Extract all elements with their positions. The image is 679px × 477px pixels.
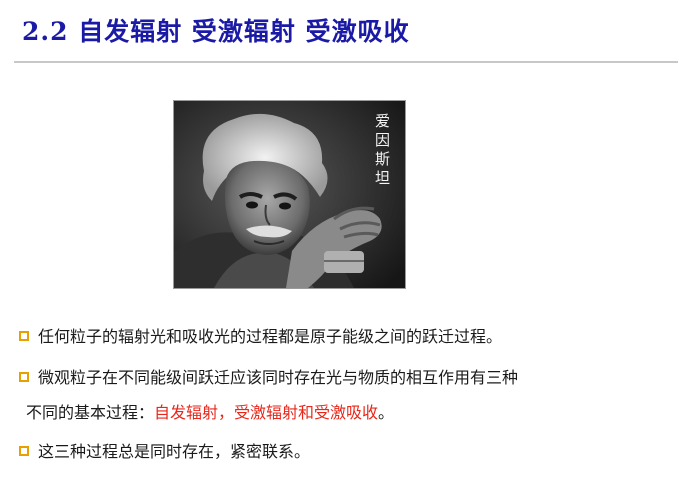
photo-caption: 爱因斯坦 (373, 113, 391, 189)
slide-title: 2.2 自发辐射 受激辐射 受激吸收 (22, 17, 410, 46)
bullet-text-line1: 微观粒子在不同能级间跃迁应该同时存在光与物质的相互作用有三种 (38, 368, 519, 387)
bullet-item: 任何粒子的辐射光和吸收光的过程都是原子能级之间的跃迁过程。 (18, 323, 673, 351)
bullet-text: 这三种过程总是同时存在，紧密联系。 (38, 442, 311, 461)
bullet-text-prefix: 不同的基本过程： (26, 403, 155, 422)
square-bullet-icon (19, 372, 29, 382)
square-bullet-icon (19, 446, 29, 456)
bullet-text: 任何粒子的辐射光和吸收光的过程都是原子能级之间的跃迁过程。 (38, 327, 503, 346)
bullet-item: 这三种过程总是同时存在，紧密联系。 (18, 438, 673, 466)
bullet-text-suffix: 。 (378, 403, 395, 422)
bullet-text-line2: 不同的基本过程：自发辐射，受激辐射和受激吸收。 (26, 395, 673, 430)
slide: 2.2 自发辐射 受激辐射 受激吸收 爱因斯坦 任何粒子的辐射光和吸收光的过程都… (0, 0, 679, 477)
square-bullet-icon (19, 331, 29, 341)
bullet-item: 微观粒子在不同能级间跃迁应该同时存在光与物质的相互作用有三种 不同的基本过程：自… (18, 360, 673, 430)
title-divider (14, 61, 678, 63)
bullet-list: 任何粒子的辐射光和吸收光的过程都是原子能级之间的跃迁过程。 微观粒子在不同能级间… (18, 323, 673, 475)
highlighted-processes: 自发辐射，受激辐射和受激吸收 (154, 403, 379, 422)
einstein-photo: 爱因斯坦 (174, 101, 405, 288)
